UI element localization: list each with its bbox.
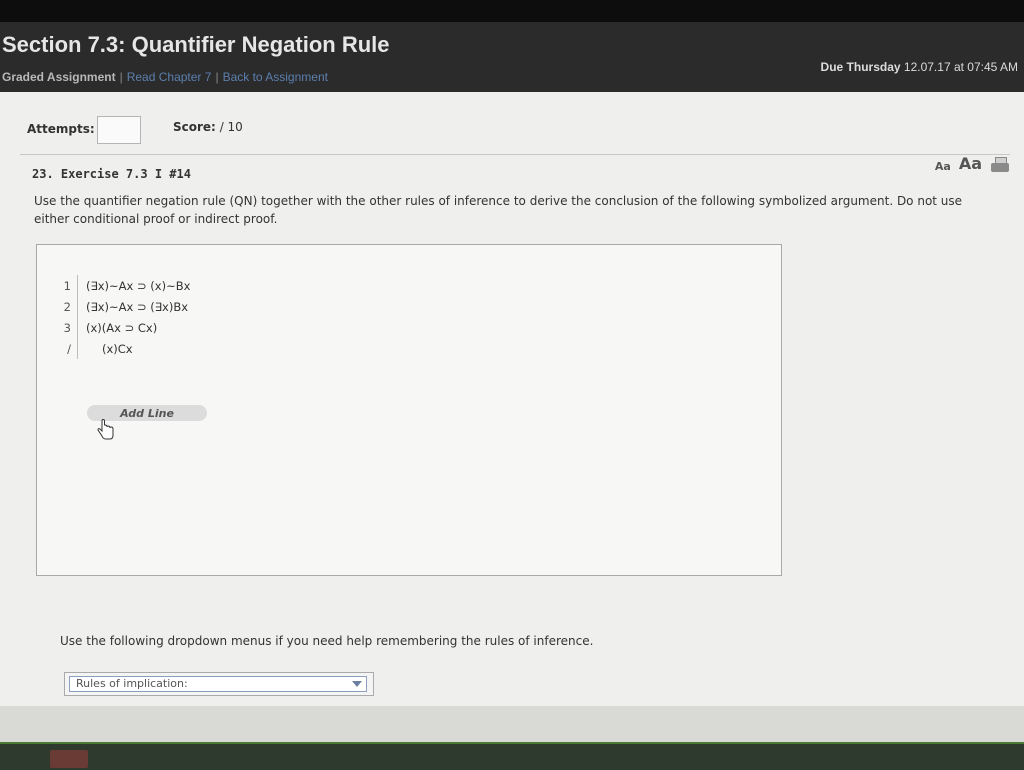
proof-line: 1 (∃x)~Ax ⊃ (x)~Bx bbox=[55, 275, 190, 296]
due-date: Due Thursday 12.07.17 at 07:45 AM bbox=[821, 60, 1018, 74]
rules-of-implication-select[interactable]: Rules of implication: bbox=[64, 672, 374, 696]
line-number: 1 bbox=[63, 278, 71, 293]
font-controls: Aa Aa bbox=[935, 154, 1010, 173]
premise-formula: (∃x)~Ax ⊃ (x)~Bx bbox=[86, 278, 191, 293]
conclusion-marker: / bbox=[67, 341, 71, 356]
select-value: Rules of implication: bbox=[76, 677, 188, 690]
breadcrumb-separator: | bbox=[215, 70, 219, 84]
proof-lines: 1 (∃x)~Ax ⊃ (x)~Bx 2 (∃x)~Ax ⊃ (∃x)Bx 3 … bbox=[55, 275, 190, 359]
print-icon[interactable] bbox=[990, 157, 1010, 173]
breadcrumb-separator: | bbox=[119, 70, 123, 84]
chevron-down-icon bbox=[352, 681, 362, 687]
proof-line: 3 (x)(Ax ⊃ Cx) bbox=[55, 317, 190, 338]
assignment-content: Attempts: Score: / 10 23. Exercise 7.3 I… bbox=[0, 92, 1024, 706]
line-number: 2 bbox=[63, 299, 71, 314]
font-decrease-button[interactable]: Aa bbox=[935, 160, 951, 173]
exercise-instructions: Use the quantifier negation rule (QN) to… bbox=[34, 194, 963, 226]
due-label: Due Thursday bbox=[820, 60, 901, 74]
premise-formula: (x)(Ax ⊃ Cx) bbox=[86, 320, 158, 335]
taskbar bbox=[0, 742, 1024, 770]
attempts-label: Attempts: bbox=[27, 122, 95, 136]
due-datetime: 12.07.17 at 07:45 AM bbox=[903, 60, 1018, 74]
proof-editor: 1 (∃x)~Ax ⊃ (x)~Bx 2 (∃x)~Ax ⊃ (∃x)Bx 3 … bbox=[36, 244, 782, 576]
page-title: Section 7.3: Quantifier Negation Rule bbox=[2, 32, 390, 57]
hand-cursor-icon bbox=[97, 419, 114, 440]
score-value: / 10 bbox=[219, 120, 243, 134]
attempts-field bbox=[97, 116, 141, 144]
score-label: Score: bbox=[173, 120, 216, 134]
page-bottom-strip bbox=[0, 706, 1024, 742]
taskbar-app-icon[interactable] bbox=[50, 750, 88, 768]
graded-assignment-label: Graded Assignment bbox=[2, 70, 116, 84]
assignment-header: Section 7.3: Quantifier Negation Rule Gr… bbox=[0, 22, 1024, 92]
line-number: 3 bbox=[63, 320, 71, 335]
divider bbox=[20, 154, 1010, 155]
conclusion-formula: (x)Cx bbox=[102, 341, 133, 356]
back-to-assignment-link[interactable]: Back to Assignment bbox=[223, 70, 328, 84]
exercise-title: 23. Exercise 7.3 I #14 bbox=[32, 167, 191, 181]
read-chapter-link[interactable]: Read Chapter 7 bbox=[127, 70, 212, 84]
premise-formula: (∃x)~Ax ⊃ (∃x)Bx bbox=[86, 299, 189, 314]
score: Score: / 10 bbox=[173, 120, 243, 134]
font-increase-button[interactable]: Aa bbox=[959, 154, 982, 173]
screen-bezel bbox=[0, 0, 1024, 22]
breadcrumb: Graded Assignment | Read Chapter 7 | Back to… bbox=[2, 70, 328, 84]
dropdown-help-text: Use the following dropdown menus if you … bbox=[60, 634, 594, 648]
proof-line: 2 (∃x)~Ax ⊃ (∃x)Bx bbox=[55, 296, 190, 317]
conclusion-line: / (x)Cx bbox=[55, 338, 190, 359]
